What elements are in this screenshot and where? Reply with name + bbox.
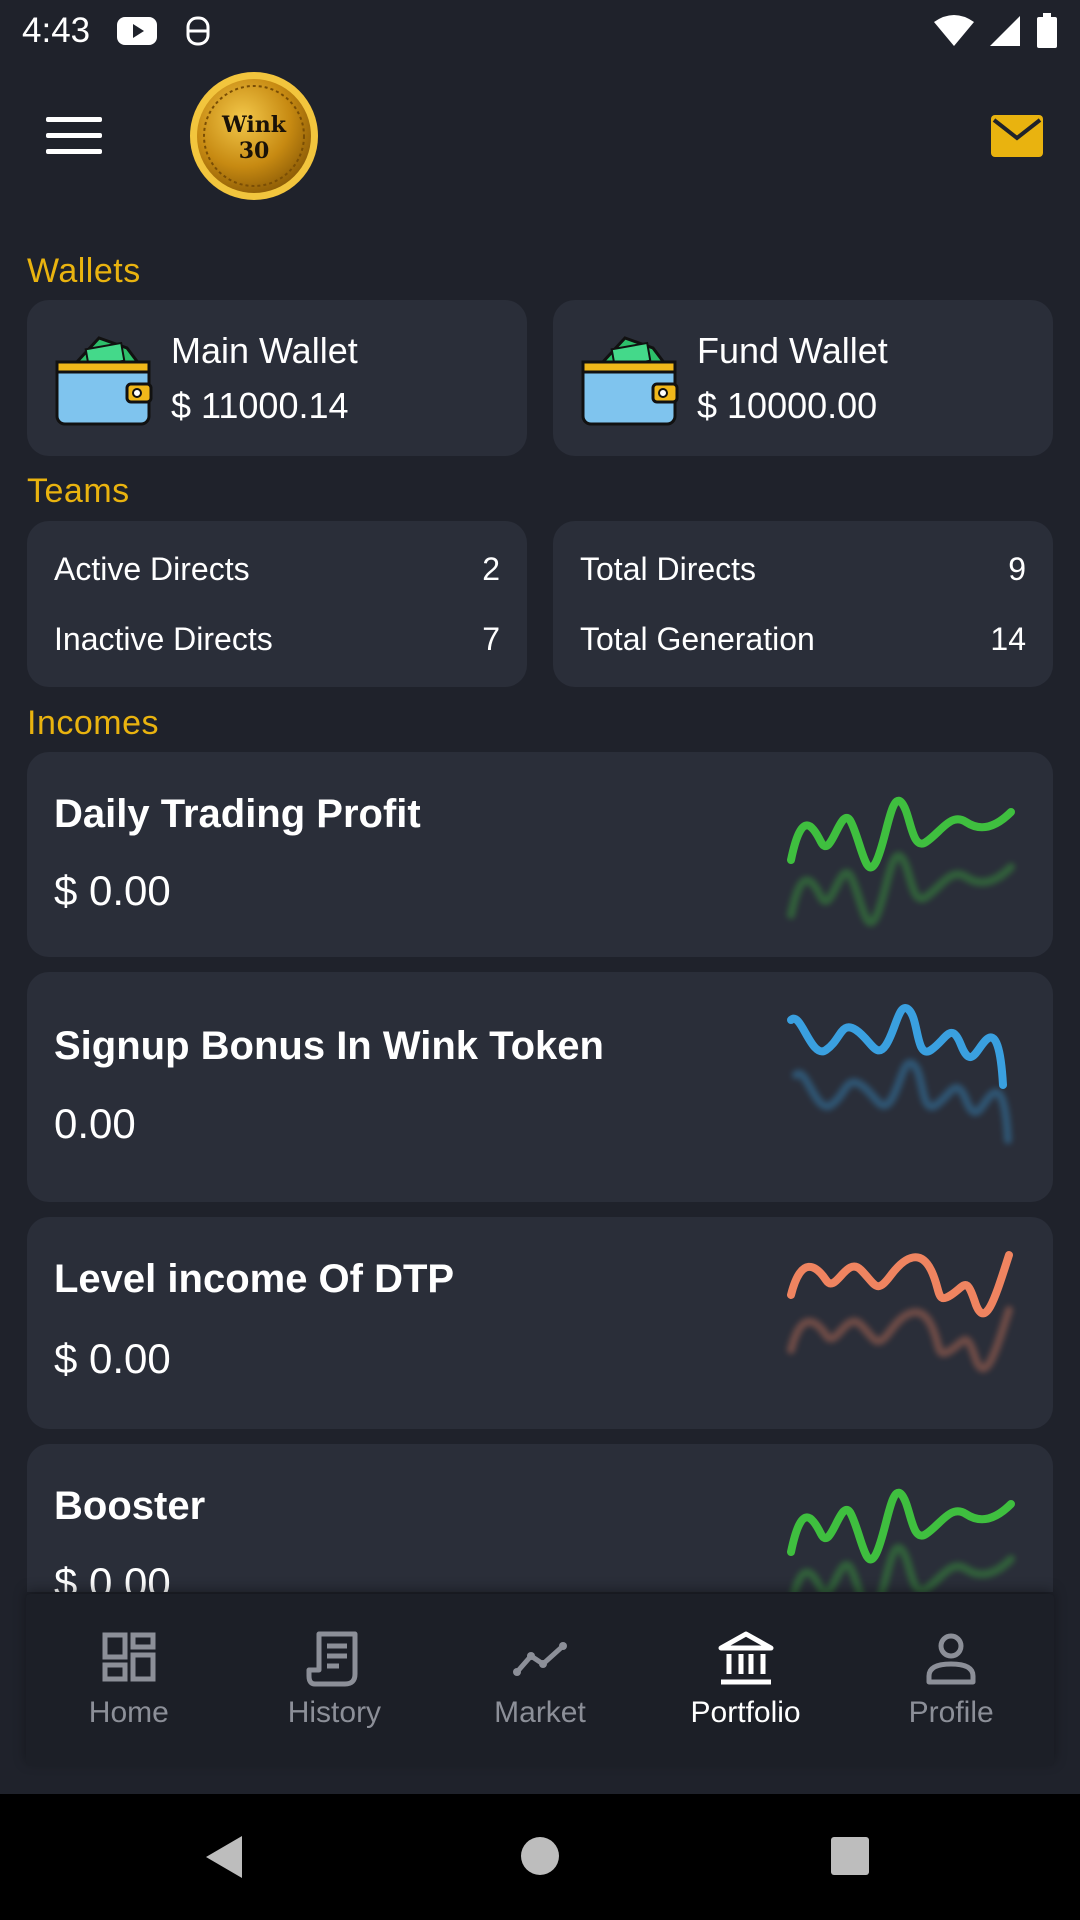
income-value: $ 0.00 <box>54 867 171 914</box>
back-icon[interactable] <box>204 1834 244 1880</box>
income-value: $ 0.00 <box>54 1335 171 1382</box>
income-value: 0.00 <box>54 1100 136 1147</box>
mail-icon[interactable] <box>990 114 1044 158</box>
teams-directs-card: Active Directs 2 Inactive Directs 7 <box>27 521 527 687</box>
team-row: Total Directs 9 <box>580 551 1026 588</box>
nav-label: Portfolio <box>690 1696 801 1729</box>
sparkline-chart-icon <box>787 796 1015 927</box>
nav-label: Home <box>88 1696 169 1729</box>
teams-totals-card: Total Directs 9 Total Generation 14 <box>553 521 1053 687</box>
nav-history[interactable]: History <box>244 1630 424 1730</box>
nav-home[interactable]: Home <box>39 1630 219 1730</box>
team-value: 2 <box>482 551 500 587</box>
wallet-amount: $ 11000.14 <box>171 385 349 426</box>
wallet-name: Main Wallet <box>171 330 358 371</box>
recents-square-icon[interactable] <box>830 1836 870 1876</box>
nav-label: Market <box>494 1696 586 1729</box>
sparkline-chart-icon <box>787 1488 1015 1592</box>
team-label: Inactive Directs <box>54 621 273 657</box>
wink30-logo: Wink 30 <box>190 72 318 200</box>
income-value: $ 0.00 <box>54 1559 171 1592</box>
team-value: 9 <box>1008 551 1026 587</box>
income-title: Daily Trading Profit <box>54 792 421 836</box>
dashboard-icon <box>102 1632 156 1682</box>
scroll-content[interactable]: Wink 30 Wallets Main Wallet $ 11000.14 F… <box>0 0 1080 1592</box>
sparkline-chart-icon <box>787 1251 1013 1373</box>
svg-text:30: 30 <box>239 138 270 164</box>
wallet-icon <box>581 336 679 426</box>
nav-label: History <box>287 1696 382 1729</box>
nav-portfolio[interactable]: Portfolio <box>656 1630 836 1730</box>
team-row: Inactive Directs 7 <box>54 621 500 658</box>
main-wallet-card[interactable]: Main Wallet $ 11000.14 <box>27 300 527 456</box>
income-title: Level income Of DTP <box>54 1257 455 1301</box>
app-header: Wink 30 <box>0 62 1080 210</box>
income-title: Booster <box>54 1484 206 1528</box>
bank-icon <box>718 1631 774 1685</box>
incomes-heading: Incomes <box>27 704 159 742</box>
team-row: Total Generation 14 <box>580 621 1026 658</box>
fund-wallet-card[interactable]: Fund Wallet $ 10000.00 <box>553 300 1053 456</box>
income-card-booster[interactable]: Booster $ 0.00 <box>27 1444 1053 1592</box>
team-label: Total Directs <box>580 551 757 587</box>
nav-label: Profile <box>908 1696 994 1729</box>
team-value: 14 <box>990 621 1026 657</box>
system-nav-bar <box>0 1794 1080 1920</box>
team-value: 7 <box>482 621 500 657</box>
income-card-level-income[interactable]: Level income Of DTP $ 0.00 <box>27 1217 1053 1429</box>
wallet-name: Fund Wallet <box>697 330 888 371</box>
team-label: Active Directs <box>54 551 250 587</box>
menu-icon[interactable] <box>46 117 102 157</box>
bottom-nav: Home History Market Portfolio Profile <box>26 1594 1054 1766</box>
nav-market[interactable]: Market <box>450 1630 630 1730</box>
income-title: Signup Bonus In Wink Token <box>54 1024 604 1068</box>
trend-line-icon <box>512 1642 567 1676</box>
nav-profile[interactable]: Profile <box>861 1630 1041 1730</box>
receipt-icon <box>306 1631 358 1687</box>
home-circle-icon[interactable] <box>520 1836 560 1876</box>
income-card-signup-bonus[interactable]: Signup Bonus In Wink Token 0.00 <box>27 972 1053 1202</box>
wallet-icon <box>55 336 153 426</box>
person-icon <box>926 1633 976 1685</box>
sparkline-chart-icon <box>787 1004 1012 1144</box>
income-card-daily-trading-profit[interactable]: Daily Trading Profit $ 0.00 <box>27 752 1053 957</box>
svg-text:Wink: Wink <box>221 112 287 138</box>
wallet-amount: $ 10000.00 <box>697 385 878 426</box>
team-label: Total Generation <box>580 621 815 657</box>
team-row: Active Directs 2 <box>54 551 500 588</box>
wallets-heading: Wallets <box>27 252 141 290</box>
teams-heading: Teams <box>27 472 130 510</box>
